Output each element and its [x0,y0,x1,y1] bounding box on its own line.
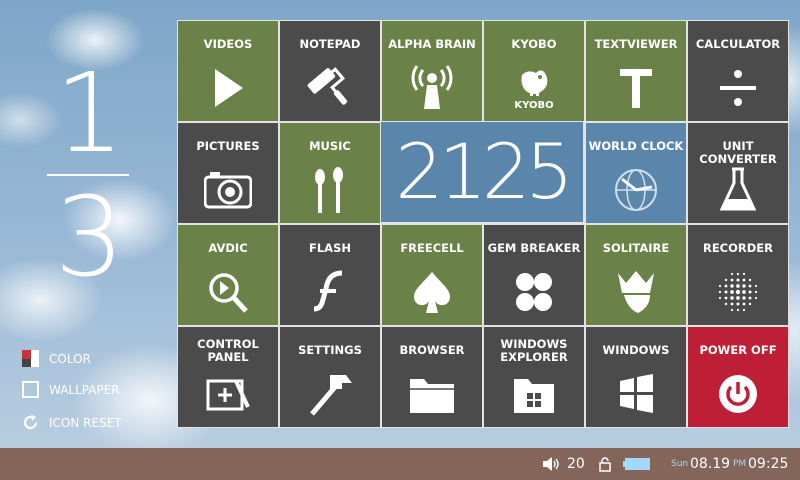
tile-world-clock[interactable]: WORLD CLOCK [586,123,686,223]
tile-label: AVDIC [208,241,248,255]
tile-browser[interactable]: BROWSER [382,327,482,427]
tile-label: KYOBO [511,37,557,51]
divide-icon [720,70,756,106]
tile-textviewer[interactable]: TEXTVIEWER [586,21,686,121]
tile-label: WINDOWS EXPLORER [500,337,568,364]
paint-roller-icon [307,67,348,105]
tile-kyobo[interactable]: KYOBO KYOBO [484,21,584,121]
earphones-icon [315,167,343,213]
tile-label: VIDEOS [203,37,253,51]
tile-settings[interactable]: SETTINGS [280,327,380,427]
color-label: COLOR [49,351,91,366]
tile-windows-explorer[interactable]: WINDOWS EXPLORER [484,327,584,427]
tile-power-off[interactable]: POWER OFF [688,327,788,427]
app-tile-grid: VIDEOS NOTEPAD ALPHA BRAIN KYOBO KYOBO T… [177,20,789,428]
tile-label: SOLITAIRE [602,241,670,255]
letter-t-icon [620,69,652,108]
tile-label: RECORDER [702,241,774,255]
broadcast-icon [411,65,453,109]
taskbar: 20 Sun 08.19 PM 09:25 [0,448,800,480]
tile-recorder[interactable]: RECORDER [688,225,788,325]
magnifier-icon [209,273,248,313]
tile-gem-breaker[interactable]: GEM BREAKER [484,225,584,325]
tile-freecell[interactable]: FREECELL [382,225,482,325]
tile-label: BROWSER [399,343,465,357]
tile-notepad[interactable]: NOTEPAD [280,21,380,121]
tile-control-panel[interactable]: CONTROL PANEL [178,327,278,427]
color-menu-item[interactable]: COLOR [22,350,91,367]
tile-music[interactable]: MUSIC [280,123,380,223]
folder-icon [410,379,454,413]
tile-label: GEM BREAKER [487,241,581,255]
gems-icon [516,273,552,311]
battery-icon [623,448,651,480]
king-icon [618,271,654,313]
page-indicator: 1 3 [40,58,135,294]
flash-icon [313,270,343,312]
tile-label: POWER OFF [699,343,777,357]
tile-windows[interactable]: WINDOWS [586,327,686,427]
lock-icon[interactable] [598,448,612,480]
wallpaper-label: WALLPAPER [49,382,120,397]
spade-icon [413,272,451,313]
tile-label: MUSIC [309,139,351,153]
control-panel-icon [206,379,250,411]
hammer-icon [310,375,352,416]
tile-label: NOTEPAD [299,37,361,51]
tile-label: TEXTVIEWER [594,37,678,51]
tile-label: FREECELL [400,241,464,255]
wallpaper-square-icon [22,381,39,398]
tile-label: WINDOWS [602,343,670,357]
tile-label: PICTURES [196,139,260,153]
tile-label: FLASH [309,241,351,255]
windows-folder-icon [514,379,554,413]
globe-clock-icon [615,169,657,211]
dots-icon [718,272,758,312]
tile-label: UNIT CONVERTER [699,139,777,166]
volume-level: 20 [567,456,585,472]
total-pages-number: 3 [54,173,125,301]
icon-reset-menu-item[interactable]: ICON RESET [22,414,122,431]
power-icon [719,375,757,413]
play-icon [215,69,243,107]
digital-clock-widget[interactable]: 2125 [381,122,583,222]
icon-reset-label: ICON RESET [49,415,122,430]
am-pm-indicator: PM [733,459,747,469]
tile-flash[interactable]: FLASH [280,225,380,325]
date-display: 08.19 [690,456,731,472]
tile-videos[interactable]: VIDEOS [178,21,278,121]
wallpaper-menu-item[interactable]: WALLPAPER [22,381,120,398]
windows-logo-icon [620,374,653,413]
tile-label: ALPHA BRAIN [388,37,476,51]
tile-solitaire[interactable]: SOLITAIRE [586,225,686,325]
color-swatch-icon [22,350,39,367]
tile-alpha-brain[interactable]: ALPHA BRAIN [382,21,482,121]
current-page-number: 1 [54,49,125,177]
kyobo-sublabel: KYOBO [514,100,554,111]
tile-calculator[interactable]: CALCULATOR [688,21,788,121]
volume-icon[interactable] [542,448,560,480]
tile-unit-converter[interactable]: UNIT CONVERTER [688,123,788,223]
refresh-icon [22,414,39,431]
tile-label: CONTROL PANEL [197,337,259,364]
flask-icon [719,167,757,211]
tile-label: WORLD CLOCK [588,139,684,153]
camera-icon [204,172,252,209]
tile-avdic[interactable]: AVDIC [178,225,278,325]
time-display: 09:25 [748,456,789,472]
tile-pictures[interactable]: PICTURES [178,123,278,223]
day-of-week: Sun [671,459,689,469]
tile-label: CALCULATOR [695,37,781,51]
tile-label: SETTINGS [298,343,362,357]
